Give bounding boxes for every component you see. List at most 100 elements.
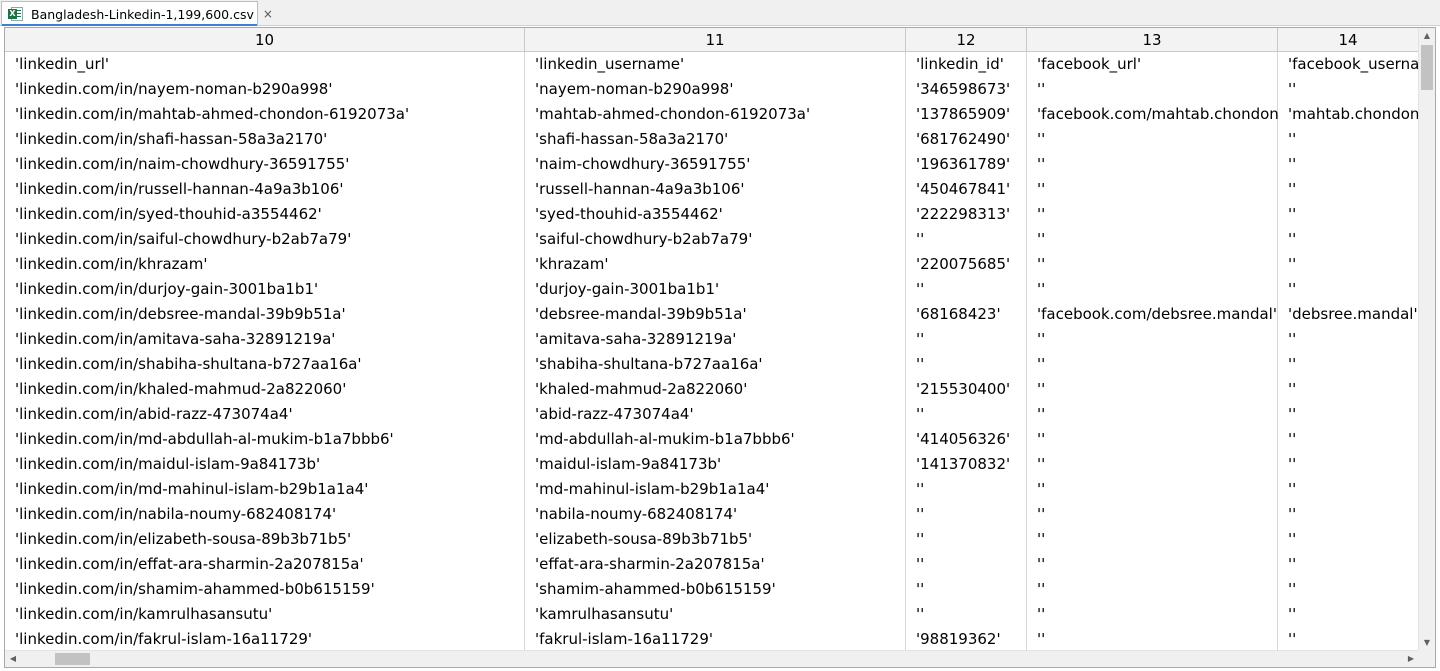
table-cell[interactable]: 'facebook.com/mahtab.chondon'	[1027, 102, 1278, 127]
table-cell[interactable]: 'linkedin.com/in/russell-hannan-4a9a3b10…	[5, 177, 525, 202]
table-cell[interactable]: 'effat-ara-sharmin-2a207815a'	[525, 552, 906, 577]
table-cell[interactable]: ''	[1027, 427, 1278, 452]
table-cell[interactable]: ''	[1027, 452, 1278, 477]
table-cell[interactable]: 'linkedin.com/in/nayem-noman-b290a998'	[5, 77, 525, 102]
table-cell[interactable]: '681762490'	[906, 127, 1027, 152]
table-cell[interactable]: ''	[1278, 452, 1419, 477]
column-header-13[interactable]: 13	[1027, 28, 1278, 51]
table-cell[interactable]: ''	[1278, 577, 1419, 602]
scroll-right-icon[interactable]: ▶	[1403, 651, 1419, 667]
scroll-up-icon[interactable]: ▲	[1419, 28, 1435, 44]
table-cell[interactable]: ''	[906, 502, 1027, 527]
table-cell[interactable]: 'linkedin_username'	[525, 52, 906, 77]
table-cell[interactable]: '68168423'	[906, 302, 1027, 327]
table-cell[interactable]: 'linkedin.com/in/abid-razz-473074a4'	[5, 402, 525, 427]
table-cell[interactable]: 'linkedin.com/in/effat-ara-sharmin-2a207…	[5, 552, 525, 577]
table-cell[interactable]: 'mahtab-ahmed-chondon-6192073a'	[525, 102, 906, 127]
table-cell[interactable]: '196361789'	[906, 152, 1027, 177]
table-cell[interactable]: '141370832'	[906, 452, 1027, 477]
table-cell[interactable]: ''	[1027, 152, 1278, 177]
table-cell[interactable]: 'elizabeth-sousa-89b3b71b5'	[525, 527, 906, 552]
table-cell[interactable]: ''	[1278, 327, 1419, 352]
table-cell[interactable]: ''	[906, 477, 1027, 502]
table-cell[interactable]: 'shafi-hassan-58a3a2170'	[525, 127, 906, 152]
table-cell[interactable]: 'syed-thouhid-a3554462'	[525, 202, 906, 227]
table-cell[interactable]: '98819362'	[906, 627, 1027, 652]
table-cell[interactable]: ''	[1278, 202, 1419, 227]
table-cell[interactable]: 'facebook.com/debsree.mandal'	[1027, 302, 1278, 327]
table-cell[interactable]: 'mahtab.chondon'	[1278, 102, 1419, 127]
table-cell[interactable]: 'linkedin.com/in/fakrul-islam-16a11729'	[5, 627, 525, 652]
table-cell[interactable]: 'md-mahinul-islam-b29b1a1a4'	[525, 477, 906, 502]
table-cell[interactable]: ''	[1027, 77, 1278, 102]
table-cell[interactable]: ''	[1278, 77, 1419, 102]
table-cell[interactable]: 'saiful-chowdhury-b2ab7a79'	[525, 227, 906, 252]
table-cell[interactable]: 'linkedin.com/in/saiful-chowdhury-b2ab7a…	[5, 227, 525, 252]
table-cell[interactable]: 'amitava-saha-32891219a'	[525, 327, 906, 352]
table-cell[interactable]: ''	[1027, 277, 1278, 302]
scroll-left-icon[interactable]: ◀	[5, 651, 21, 667]
table-cell[interactable]: ''	[1027, 177, 1278, 202]
table-cell[interactable]: 'linkedin.com/in/nabila-noumy-682408174'	[5, 502, 525, 527]
table-cell[interactable]: 'linkedin.com/in/naim-chowdhury-36591755…	[5, 152, 525, 177]
table-cell[interactable]: 'durjoy-gain-3001ba1b1'	[525, 277, 906, 302]
table-cell[interactable]: ''	[906, 577, 1027, 602]
vertical-scroll-thumb[interactable]	[1421, 45, 1433, 90]
table-cell[interactable]: ''	[1027, 202, 1278, 227]
table-cell[interactable]: ''	[1027, 577, 1278, 602]
table-cell[interactable]: 'linkedin.com/in/mahtab-ahmed-chondon-61…	[5, 102, 525, 127]
column-header-10[interactable]: 10	[5, 28, 525, 51]
table-cell[interactable]: 'linkedin.com/in/durjoy-gain-3001ba1b1'	[5, 277, 525, 302]
table-cell[interactable]: 'linkedin.com/in/shamim-ahammed-b0b61515…	[5, 577, 525, 602]
table-cell[interactable]: ''	[1027, 327, 1278, 352]
table-cell[interactable]: ''	[1027, 352, 1278, 377]
table-cell[interactable]: '220075685'	[906, 252, 1027, 277]
table-cell[interactable]: 'kamrulhasansutu'	[525, 602, 906, 627]
table-cell[interactable]: '414056326'	[906, 427, 1027, 452]
table-cell[interactable]: ''	[1027, 527, 1278, 552]
table-cell[interactable]: ''	[1278, 277, 1419, 302]
table-cell[interactable]: ''	[1278, 252, 1419, 277]
table-cell[interactable]: ''	[1027, 602, 1278, 627]
table-cell[interactable]: 'linkedin_id'	[906, 52, 1027, 77]
table-cell[interactable]: ''	[906, 327, 1027, 352]
table-cell[interactable]: ''	[1278, 352, 1419, 377]
column-header-12[interactable]: 12	[906, 28, 1027, 51]
table-cell[interactable]: 'facebook_url'	[1027, 52, 1278, 77]
table-cell[interactable]: ''	[1027, 402, 1278, 427]
table-cell[interactable]: 'maidul-islam-9a84173b'	[525, 452, 906, 477]
table-cell[interactable]: 'linkedin.com/in/khaled-mahmud-2a822060'	[5, 377, 525, 402]
horizontal-scroll-thumb[interactable]	[55, 653, 90, 665]
table-cell[interactable]: ''	[1278, 502, 1419, 527]
table-cell[interactable]: 'shabiha-shultana-b727aa16a'	[525, 352, 906, 377]
table-cell[interactable]: ''	[1278, 477, 1419, 502]
table-cell[interactable]: ''	[1027, 502, 1278, 527]
table-cell[interactable]: 'nayem-noman-b290a998'	[525, 77, 906, 102]
csv-grid[interactable]: 10 11 12 13 14 'linkedin_url''linkedin_usern…	[4, 27, 1436, 668]
table-cell[interactable]: ''	[1027, 127, 1278, 152]
horizontal-scrollbar[interactable]: ◀ ▶	[5, 650, 1419, 667]
table-cell[interactable]: ''	[1278, 377, 1419, 402]
table-cell[interactable]: 'naim-chowdhury-36591755'	[525, 152, 906, 177]
table-cell[interactable]: 'nabila-noumy-682408174'	[525, 502, 906, 527]
table-cell[interactable]: 'linkedin.com/in/shafi-hassan-58a3a2170'	[5, 127, 525, 152]
table-cell[interactable]: '450467841'	[906, 177, 1027, 202]
table-cell[interactable]: ''	[906, 352, 1027, 377]
table-cell[interactable]: ''	[1278, 552, 1419, 577]
table-cell[interactable]: 'debsree-mandal-39b9b51a'	[525, 302, 906, 327]
table-cell[interactable]: ''	[1278, 127, 1419, 152]
table-cell[interactable]: 'linkedin.com/in/debsree-mandal-39b9b51a…	[5, 302, 525, 327]
table-cell[interactable]: 'linkedin.com/in/amitava-saha-32891219a'	[5, 327, 525, 352]
vertical-scrollbar[interactable]: ▲ ▼	[1418, 28, 1435, 651]
table-cell[interactable]: 'facebook_usernam	[1278, 52, 1419, 77]
table-cell[interactable]: ''	[1027, 627, 1278, 652]
table-cell[interactable]: ''	[906, 602, 1027, 627]
table-cell[interactable]: 'linkedin.com/in/kamrulhasansutu'	[5, 602, 525, 627]
column-header-14[interactable]: 14	[1278, 28, 1419, 51]
table-cell[interactable]: 'linkedin.com/in/khrazam'	[5, 252, 525, 277]
table-cell[interactable]: ''	[1027, 377, 1278, 402]
table-cell[interactable]: 'linkedin.com/in/syed-thouhid-a3554462'	[5, 202, 525, 227]
table-cell[interactable]: '346598673'	[906, 77, 1027, 102]
table-cell[interactable]: 'linkedin.com/in/shabiha-shultana-b727aa…	[5, 352, 525, 377]
table-cell[interactable]: ''	[1278, 602, 1419, 627]
